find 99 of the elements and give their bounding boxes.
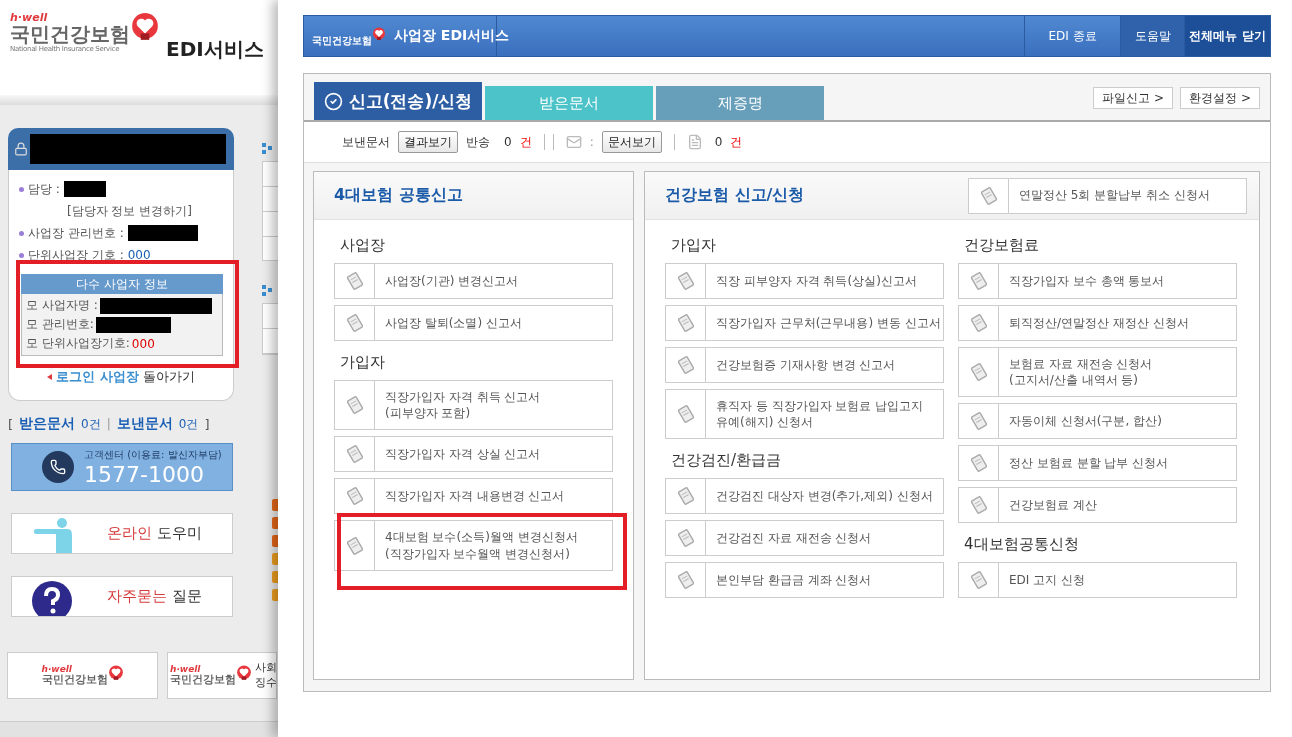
bullet-icon [272,553,278,565]
separator: | [106,417,111,431]
result-button[interactable]: 결과보기 [398,131,458,153]
document-icon [677,272,694,290]
multi-business-title: 다수 사업자 정보 [21,274,223,294]
window-title: 사업장 EDI서비스 [394,27,510,45]
question-icon [32,580,72,616]
bullet-icon [272,535,278,547]
colon-text: : [589,135,594,149]
document-count-link[interactable]: 받은문서 [19,415,76,433]
count-text: 0 [714,135,723,149]
group-heading: 사업장 [340,236,386,255]
partner-logo[interactable]: h·well 국민건강보험 사회 징수 [167,652,277,699]
tab[interactable]: 신고(전송)/신청 [314,82,482,120]
group-heading: 가입자 [671,236,717,255]
partner-logo[interactable]: h·well 국민건강보험 [7,652,158,699]
bullet-icon [272,499,278,511]
form-link[interactable]: 직장가입자 자격 상실 신고서 [334,436,613,473]
hotline-number: 1577-1000 [84,461,205,487]
form-link[interactable]: 휴직자 등 직장가입자 보험료 납입고지 유예(해지) 신청서 [665,389,944,440]
form-link[interactable]: 본인부담 환급금 계좌 신청서 [665,562,944,599]
document-icon[interactable] [686,134,703,150]
form-link[interactable]: 4대보험 보수(소득)월액 변경신청서 (직장가입자 보수월액 변경신청서) [334,520,613,571]
form-link[interactable]: 직장가입자 근무처(근무내용) 변동 신고서 [665,305,944,341]
header-button[interactable]: 도움말 [1120,16,1184,56]
count-text: 0건 [178,415,199,433]
document-icon [677,314,694,332]
field-label: 모 관리번호: [26,316,94,333]
unit-text: 건 [519,133,532,151]
document-count-link[interactable]: 보낸문서 [116,415,173,433]
form-link[interactable]: 정산 보험료 분할 납부 신청서 [958,445,1237,482]
form-link[interactable]: 사업장 탈퇴(소멸) 신고서 [334,305,613,341]
section-title: 건강보험 신고/신청 [665,185,805,206]
change-info-link[interactable]: [담당자 정보 변경하기] [67,202,192,220]
field-value: 000 [127,248,151,262]
field-label: 담당 : [28,180,60,198]
form-link[interactable]: 퇴직정산/연말정산 재정산 신청서 [958,305,1237,341]
form-link[interactable]: 건강검진 자료 재전송 신청서 [665,520,944,557]
back-link[interactable]: 로그인 사업장 돌아가기 [56,368,195,386]
document-icon [346,272,363,290]
count-text: 0건 [81,415,101,433]
field-value: 000 [131,336,155,351]
form-link[interactable]: 자동이체 신청서(구분, 합산) [958,403,1237,440]
field-label: 사업장 관리번호 : [28,224,124,242]
count-text: 0 [504,135,512,149]
form-link[interactable]: 직장가입자 자격 취득 신고서 (피부양자 포함) [334,380,613,431]
arrow-icon [47,374,52,380]
check-icon [323,91,343,111]
group-heading: 건강보험료 [964,236,1040,255]
document-icon [970,272,987,290]
help-banner[interactable]: 자주묻는 질문 [11,576,233,617]
form-link[interactable]: 건강보험증 기재사항 변경 신고서 [665,347,944,383]
bullet-icon [19,252,24,258]
field-label: 모 단위사업장기호: [26,335,130,352]
help-banner[interactable]: 온라인 도우미 [11,513,233,554]
heart-logo-icon [372,26,386,41]
dots-icon [262,143,274,155]
document-icon [346,314,363,332]
form-link[interactable]: 연말정산 5회 분할납부 취소 신청서 [968,177,1247,214]
bracket: [ [8,416,14,432]
form-link[interactable]: 사업장(기관) 변경신고서 [334,263,613,299]
unit-text: 건 [730,133,743,151]
tool-link[interactable]: 파일신고 > [1093,87,1174,109]
bullet-icon [272,571,278,583]
bullet-icon [19,230,24,236]
document-icon [970,314,987,332]
bullet-icon [19,186,24,192]
hotline-banner[interactable]: 고객센터 (이용료: 발신자부담) 1577-1000 [11,443,233,491]
group-heading: 가입자 [340,353,386,372]
mail-icon[interactable] [565,134,582,150]
bullet-icon [272,517,278,529]
bullet-icon [272,589,278,601]
service-title: EDI서비스 [166,36,264,63]
form-link[interactable]: 건강검진 대상자 변경(추가,제외) 신청서 [665,478,944,515]
lock-icon [14,142,28,156]
view-button[interactable]: 문서보기 [601,131,662,153]
form-link[interactable]: EDI 고지 신청 [958,562,1237,599]
heart-logo-icon [107,665,124,682]
phone-icon [42,451,74,483]
bracket: ] [204,416,210,432]
group-heading: 건강검진/환급금 [671,451,783,471]
toolbar-label: 보낸문서 [342,133,390,151]
form-link[interactable]: 보험료 자료 재전송 신청서 (고지서/산출 내역서 등) [958,347,1237,398]
header-button[interactable]: 전체메뉴 닫기 [1184,16,1270,56]
dots-icon [262,285,274,297]
header-logo[interactable]: 국민건강보험 [312,26,386,46]
form-link[interactable]: 직장가입자 보수 총액 통보서 [958,263,1237,299]
heart-logo-icon [130,12,160,42]
toolbar-label: 반송 [466,133,490,151]
form-link[interactable]: 건강보험료 계산 [958,487,1237,524]
group-heading: 4대보험공통신청 [964,535,1080,555]
tool-link[interactable]: 환경설정 > [1180,87,1260,109]
section-title: 4대보험 공통신고 [334,185,463,206]
form-link[interactable]: 직장 피부양자 자격 취득(상실)신고서 [665,263,944,299]
hotline-caption: 고객센터 (이용료: 발신자부담) [84,447,222,462]
document-icon [677,356,694,374]
form-link[interactable]: 직장가입자 자격 내용변경 신고서 [334,478,613,515]
heart-logo-icon [236,665,252,682]
field-label: 모 사업자명 : [26,297,98,314]
